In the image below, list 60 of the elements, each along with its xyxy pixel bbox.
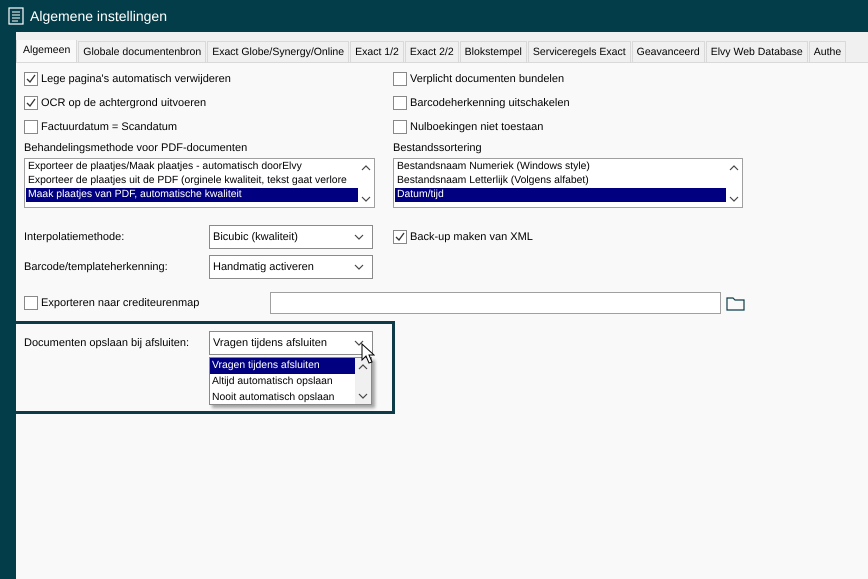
tab[interactable]: Globale documentenbron (78, 41, 206, 62)
checkbox-label: OCR op de achtergrond uitvoeren (41, 97, 206, 109)
pdf-method-list[interactable]: Exporteer de plaatjes/Maak plaatjes - automatisch doorElvy Exporteer de plaatjes uit de PDF (orginele kwaliteit, tekst gaat verlore Maak plaatjes van PDF, automatische kwaliteit (24, 158, 375, 208)
checkbox[interactable] (24, 72, 38, 86)
tab[interactable]: Authe (808, 41, 846, 62)
dropdown-list[interactable]: Vragen tijdens afsluiten Altijd automatisch opslaan Nooit automatisch opslaan (209, 357, 372, 405)
tab[interactable]: Serviceregels Exact (528, 41, 631, 62)
tab[interactable]: Geavanceerd (632, 41, 705, 62)
list-option[interactable]: Bestandsnaam Letterlijk (Volgens alfabet) (395, 174, 726, 188)
folder-path-field[interactable] (270, 292, 721, 314)
tab[interactable]: Exact Globe/Synergy/Online (207, 41, 350, 62)
list-option[interactable]: Bestandsnaam Numeriek (Windows style) (395, 160, 726, 174)
tab[interactable]: Algemeen (16, 40, 78, 62)
list-option[interactable]: Exporteer de plaatjes uit de PDF (orginele kwaliteit, tekst gaat verlore (26, 174, 358, 188)
tab[interactable]: Blokstempel (460, 41, 527, 62)
dropdown-option[interactable]: Altijd automatisch opslaan (210, 374, 355, 390)
file-sorting-list[interactable]: Bestandsnaam Numeriek (Windows style) Bestandsnaam Letterlijk (Volgens alfabet) Datum/tijd (393, 158, 743, 208)
folder-icon (726, 296, 745, 310)
checkbox-label: Nulboekingen niet toestaan (410, 121, 544, 133)
checkbox-label: Barcodeherkenning uitschakelen (410, 97, 570, 109)
checkbox[interactable] (393, 96, 407, 110)
window-title: Algemene instellingen (30, 8, 167, 24)
checkbox[interactable] (393, 230, 407, 244)
scroll-down-icon (358, 393, 368, 399)
chevron-down-icon (354, 234, 364, 240)
list-option[interactable]: Maak plaatjes van PDF, automatische kwaliteit (26, 188, 358, 202)
checkbox[interactable] (393, 120, 407, 134)
checkbox-label: Verplicht documenten bundelen (410, 73, 564, 85)
scroll-up-icon (729, 165, 739, 171)
chevron-down-icon (354, 264, 364, 270)
list-option[interactable]: Datum/tijd (395, 188, 726, 202)
checkbox[interactable] (24, 120, 38, 134)
tab[interactable]: Exact 1/2 (350, 41, 404, 62)
save-dropdown[interactable]: Vragen tijdens afsluiten (209, 331, 373, 355)
dropdown-option[interactable]: Vragen tijdens afsluiten (210, 358, 355, 374)
barcode-dropdown[interactable]: Handmatig activeren (209, 255, 373, 279)
field-label: Barcode/templateherkenning: (24, 261, 169, 273)
mouse-cursor-icon (361, 343, 375, 365)
scroll-down-icon (361, 196, 371, 202)
field-label: Documenten opslaan bij afsluiten: (24, 337, 190, 349)
field-label: Interpolatiemethode: (24, 231, 126, 243)
tab[interactable]: Exact 2/2 (404, 41, 459, 62)
dropdown-option[interactable]: Nooit automatisch opslaan (210, 390, 355, 404)
checkbox-label: Exporteren naar crediteurenmap (41, 297, 200, 309)
list-label: Bestandssortering (393, 141, 483, 156)
scroll-down-icon (729, 196, 739, 202)
tab[interactable]: Elvy Web Database (706, 41, 808, 62)
checkbox[interactable] (393, 72, 407, 86)
checkbox-label: Factuurdatum = Scandatum (41, 121, 178, 133)
checkbox-label: Lege pagina's automatisch verwijderen (41, 73, 231, 85)
chevron-down-icon (354, 340, 364, 346)
list-option[interactable]: Exporteer de plaatjes/Maak plaatjes - automatisch doorElvy (26, 160, 358, 174)
scroll-up-icon (358, 364, 368, 370)
document-icon (8, 7, 24, 25)
interpolation-dropdown[interactable]: Bicubic (kwaliteit) (209, 225, 373, 249)
checkbox[interactable] (24, 96, 38, 110)
checkbox-label: Back-up maken van XML (410, 231, 533, 243)
scroll-up-icon (361, 165, 371, 171)
checkbox[interactable] (24, 296, 38, 310)
list-label: Behandelingsmethode voor PDF-documenten (24, 141, 248, 156)
